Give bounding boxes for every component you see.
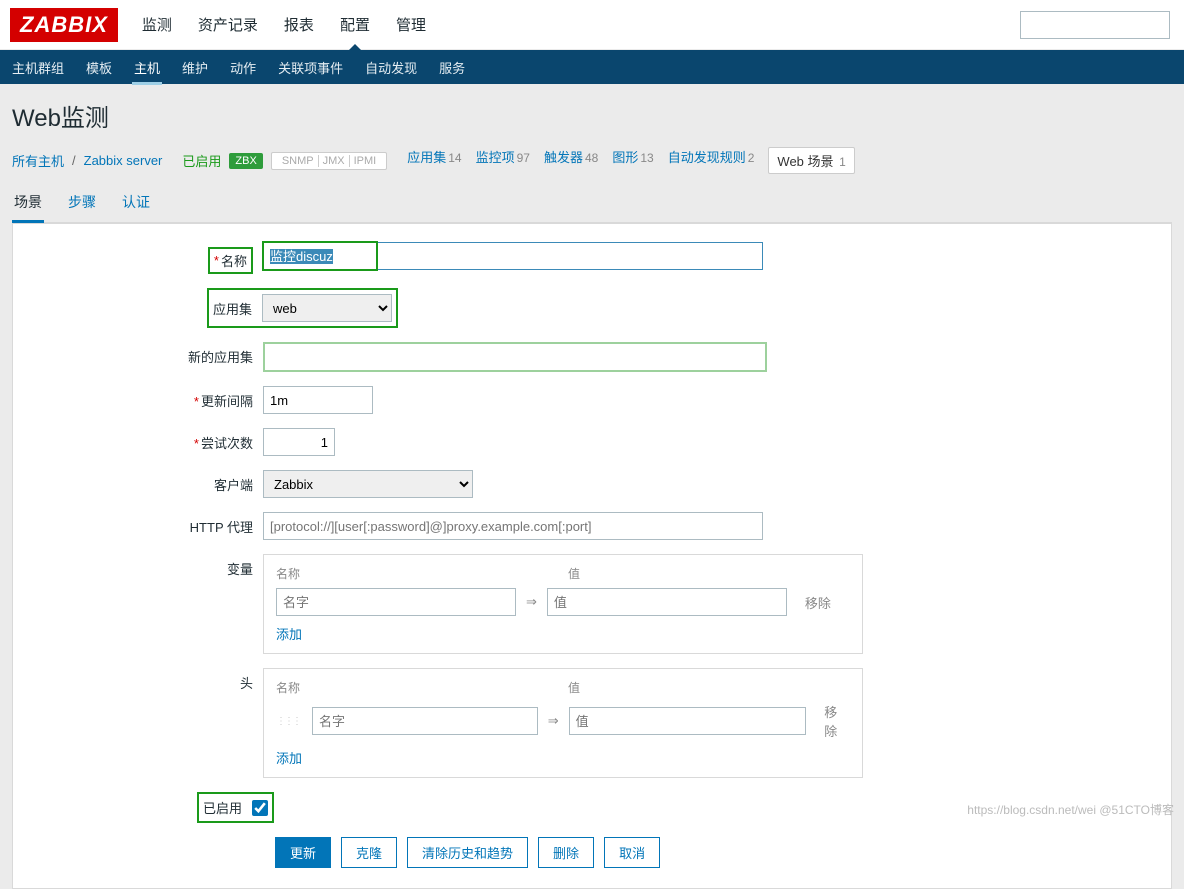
label-variables: 变量: [23, 554, 263, 578]
bc-all-hosts[interactable]: 所有主机: [12, 151, 64, 170]
tab-scenario[interactable]: 场景: [12, 186, 44, 223]
tab-auth[interactable]: 认证: [120, 186, 152, 222]
form-panel: *名称 监控discuz 应用集 应用集 web 新的应用集 *更新间隔: [12, 223, 1172, 889]
subnav-actions[interactable]: 动作: [228, 50, 258, 85]
subnav-templates[interactable]: 模板: [84, 50, 114, 85]
label-http-proxy: HTTP 代理: [23, 512, 263, 536]
subnav-maintenance[interactable]: 维护: [180, 50, 210, 85]
top-nav: 监测 资产记录 报表 配置 管理: [138, 0, 1020, 49]
clone-button[interactable]: 克隆: [341, 837, 397, 868]
label-name: 名称: [221, 251, 247, 270]
label-interval: 更新间隔: [201, 394, 253, 409]
link-discovery-rules[interactable]: 自动发现规则2: [668, 147, 755, 174]
enabled-checkbox[interactable]: [252, 800, 268, 816]
badge-indicators: SNMPJMXIPMI: [271, 152, 387, 170]
sub-nav: 主机群组 模板 主机 维护 动作 关联项事件 自动发现 服务: [0, 50, 1184, 84]
nav-reports[interactable]: 报表: [280, 0, 318, 49]
subnav-correlation[interactable]: 关联项事件: [276, 50, 345, 85]
bc-sep: /: [72, 153, 76, 168]
breadcrumb: 所有主机 / Zabbix server 已启用 ZBX SNMPJMXIPMI…: [12, 147, 1172, 174]
agent-select[interactable]: Zabbix: [263, 470, 473, 498]
logo: ZABBIX: [10, 8, 118, 42]
arrow-icon: ⇒: [548, 713, 559, 729]
var-add-link[interactable]: 添加: [276, 624, 302, 643]
page-body: Web监测 所有主机 / Zabbix server 已启用 ZBX SNMPJ…: [0, 84, 1184, 889]
subnav-discovery[interactable]: 自动发现: [363, 50, 419, 85]
host-nav-counts: 应用集14 监控项97 触发器48 图形13 自动发现规则2 Web 场景 1: [407, 147, 855, 174]
link-graphs[interactable]: 图形13: [612, 147, 653, 174]
label-retries: 尝试次数: [201, 436, 253, 451]
search-input[interactable]: [1020, 11, 1170, 39]
variables-box: 名称值 ⇒ 移除 添加: [263, 554, 863, 654]
link-items[interactable]: 监控项97: [476, 147, 530, 174]
header-name-input[interactable]: [312, 707, 538, 735]
label-enabled: 已启用: [203, 798, 242, 817]
application-select[interactable]: web: [262, 294, 392, 322]
watermark: https://blog.csdn.net/wei @51CTO博客: [967, 801, 1174, 818]
var-name-input[interactable]: [276, 588, 516, 616]
nav-monitor[interactable]: 监测: [138, 0, 176, 49]
label-new-application: 新的应用集: [23, 342, 263, 366]
delete-button[interactable]: 删除: [538, 837, 594, 868]
badge-zbx: ZBX: [229, 153, 262, 169]
page-title: Web监测: [12, 98, 1172, 133]
http-proxy-input[interactable]: [263, 512, 763, 540]
bc-server[interactable]: Zabbix server: [84, 153, 163, 168]
drag-handle-icon[interactable]: ⋮⋮⋮: [276, 716, 300, 727]
link-triggers[interactable]: 触发器48: [544, 147, 598, 174]
nav-admin[interactable]: 管理: [392, 0, 430, 49]
tab-steps[interactable]: 步骤: [66, 186, 98, 222]
name-input[interactable]: 监控discuz: [270, 249, 333, 264]
header-remove-link[interactable]: 移除: [824, 702, 850, 740]
cancel-button[interactable]: 取消: [604, 837, 660, 868]
form-tabs: 场景 步骤 认证: [12, 186, 1172, 223]
headers-box: 名称值 ⋮⋮⋮ ⇒ 移除 添加: [263, 668, 863, 778]
action-buttons: 更新 克隆 清除历史和趋势 删除 取消: [275, 837, 1161, 868]
link-web-scenarios[interactable]: Web 场景 1: [768, 147, 854, 174]
link-applications[interactable]: 应用集14: [407, 147, 461, 174]
subnav-hosts[interactable]: 主机: [132, 50, 162, 85]
clear-history-button[interactable]: 清除历史和趋势: [407, 837, 528, 868]
var-remove-link[interactable]: 移除: [805, 593, 831, 612]
retries-input[interactable]: [263, 428, 335, 456]
top-bar: ZABBIX 监测 资产记录 报表 配置 管理: [0, 0, 1184, 50]
header-add-link[interactable]: 添加: [276, 748, 302, 767]
interval-input[interactable]: [263, 386, 373, 414]
new-application-input[interactable]: [263, 342, 767, 372]
subnav-services[interactable]: 服务: [437, 50, 467, 85]
var-value-input[interactable]: [547, 588, 787, 616]
label-application: 应用集: [213, 299, 252, 318]
label-headers: 头: [23, 668, 263, 692]
arrow-icon: ⇒: [526, 594, 537, 610]
label-agent: 客户端: [23, 470, 263, 494]
header-value-input[interactable]: [569, 707, 807, 735]
status-enabled: 已启用: [182, 151, 221, 170]
subnav-hostgroups[interactable]: 主机群组: [10, 50, 66, 85]
nav-config[interactable]: 配置: [336, 0, 374, 49]
update-button[interactable]: 更新: [275, 837, 331, 868]
nav-inventory[interactable]: 资产记录: [194, 0, 262, 49]
